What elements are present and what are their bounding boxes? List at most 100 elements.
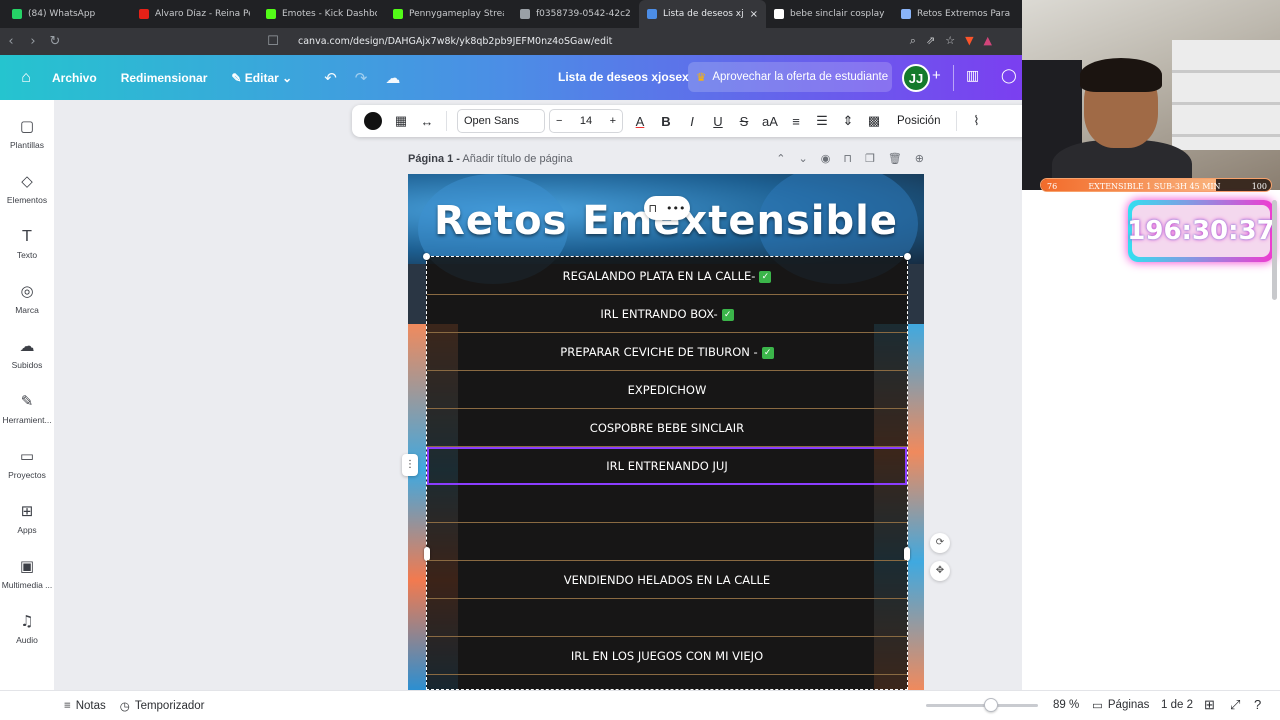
font-size-value[interactable]: 14 (580, 115, 592, 127)
strikethrough-icon[interactable]: S (731, 114, 757, 129)
list-item[interactable] (427, 485, 907, 523)
star-icon[interactable]: ☆ (945, 34, 955, 48)
comment-icon[interactable]: ◯ (1001, 67, 1017, 84)
sidebar-item-plantillas[interactable]: ▢ Plantillas (0, 116, 54, 150)
minus-icon[interactable]: − (556, 115, 562, 127)
browser-tab[interactable]: Emotes - Kick Dashboard (258, 0, 385, 28)
redimensionar-button[interactable]: Redimensionar (121, 71, 208, 85)
browser-tab[interactable]: Retos Extremos Para Strea (893, 0, 1020, 28)
list-item[interactable]: IRL ENTRANDO BOX- ✓ (427, 295, 907, 333)
editar-menu[interactable]: ✎ Editar ⌄ (231, 71, 292, 85)
challenge-list[interactable]: REGALANDO PLATA EN LA CALLE- ✓ IRL ENTRAND… (423, 253, 911, 690)
list-item[interactable]: IRL EN LOS JUEGOS CON MI VIEJO (427, 637, 907, 675)
list-item[interactable]: COSPOBRE BEBE SINCLAIR (427, 409, 907, 447)
url-text[interactable]: canva.com/design/DAHGAjx7w8k/yk8qb2pb9JE… (298, 36, 612, 47)
duplicate-icon[interactable]: ❐ (865, 152, 875, 165)
sidebar-item-subidos[interactable]: ☁ Subidos (0, 336, 54, 370)
more-icon[interactable]: ••• (666, 202, 685, 215)
sidebar-item-apps[interactable]: ⊞ Apps (0, 501, 54, 535)
row-drag-handle[interactable]: ⋮ (402, 454, 418, 476)
bookmark-icon[interactable]: ☐ (262, 34, 284, 49)
plus-icon[interactable]: + (932, 67, 941, 84)
forward-icon[interactable]: › (22, 34, 44, 49)
avatar[interactable]: JJ (902, 64, 930, 92)
line-height-icon[interactable]: ⇕ (835, 113, 861, 129)
cloud-saved-icon[interactable]: ☁ (385, 69, 400, 87)
position-button[interactable]: Posición (887, 115, 950, 127)
page-scrollbar[interactable] (1272, 200, 1277, 300)
notes-button[interactable]: ≡ Notas (64, 700, 106, 712)
pages-button[interactable]: ▭ Páginas (1092, 698, 1149, 712)
timer-button[interactable]: ◷ Temporizador (120, 699, 205, 713)
font-select[interactable]: Open Sans (457, 109, 545, 133)
browser-tab[interactable]: Lista de deseos xjosex × (639, 0, 766, 28)
case-icon[interactable]: aA (757, 114, 783, 129)
move-icon[interactable]: ✥ (930, 561, 950, 581)
align-icon[interactable]: ≡ (783, 114, 809, 129)
transparency-icon[interactable]: ▩ (861, 113, 887, 129)
undo-icon[interactable]: ↶ (324, 69, 337, 87)
sidebar-item-proyectos[interactable]: ▭ Proyectos (0, 446, 54, 480)
trash-icon[interactable]: 🗑 (888, 152, 902, 165)
chevron-up-icon[interactable]: ⌃ (776, 152, 785, 165)
sidebar-item-multimedia[interactable]: ▣ Multimedia ... (0, 556, 54, 590)
lock-icon[interactable]: ⊓ (648, 202, 657, 215)
browser-tab[interactable]: Álvaro Díaz - Reina Pepiad (131, 0, 258, 28)
list-item[interactable]: REGALANDO PLATA EN LA CALLE- ✓ (427, 257, 907, 295)
list-item[interactable]: VENDIENDO HELADOS EN LA CALLE (427, 561, 907, 599)
plus-icon[interactable]: + (610, 115, 616, 127)
grid-view-icon[interactable]: ⊞ (1204, 697, 1215, 713)
text-color-swatch[interactable] (364, 112, 382, 130)
zoom-icon[interactable]: ⌕ (910, 34, 916, 48)
redo-icon[interactable]: ↷ (355, 69, 368, 87)
browser-tab[interactable]: (84) WhatsApp (4, 0, 131, 28)
document-title[interactable]: Lista de deseos xjosex (558, 70, 689, 84)
spacing-icon[interactable]: ↔ (414, 114, 440, 129)
list-icon[interactable]: ☰ (809, 113, 835, 129)
list-item[interactable]: ... (427, 675, 907, 690)
rewards-icon[interactable]: ▲ (984, 34, 992, 48)
close-icon[interactable]: × (750, 9, 758, 20)
text-color-icon[interactable]: A (627, 114, 653, 129)
add-page-icon[interactable]: ⊕ (915, 152, 924, 165)
list-item[interactable]: PREPARAR CEVICHE DE TIBURON - ✓ (427, 333, 907, 371)
sidebar-item-elementos[interactable]: ◇ Elementos (0, 171, 54, 205)
home-icon[interactable]: ⌂ (0, 69, 52, 87)
sidebar-item-texto[interactable]: T Texto (0, 226, 54, 260)
zoom-slider[interactable] (926, 704, 1038, 707)
list-item[interactable]: IRL ENTRENANDO JUJ (427, 447, 907, 485)
archivo-menu[interactable]: Archivo (52, 71, 97, 85)
rotate-icon[interactable]: ⟳ (930, 533, 950, 553)
italic-icon[interactable]: I (679, 114, 705, 129)
fullscreen-icon[interactable]: ⤢ (1230, 697, 1240, 713)
underline-icon[interactable]: U (705, 114, 731, 129)
browser-tab[interactable]: bebe sinclair cosplay - Bus (766, 0, 893, 28)
share-icon[interactable]: ⇗ (926, 34, 935, 48)
lock-icon[interactable]: ⊓ (843, 152, 852, 165)
font-size-stepper[interactable]: − 14 + (549, 109, 623, 133)
insights-icon[interactable]: ▥ (966, 67, 979, 84)
student-offer-button[interactable]: ♛ Aprovechar la oferta de estudiante (688, 62, 892, 92)
sidebar-item-marca[interactable]: ◎ Marca (0, 281, 54, 315)
page-title-input[interactable]: Añadir título de página (462, 153, 572, 165)
sidebar-item-audio[interactable]: ♫ Audio (0, 611, 54, 645)
brave-icon[interactable]: ▼ (965, 34, 973, 48)
hide-icon[interactable]: ◉ (821, 152, 831, 165)
browser-tab[interactable]: f0358739-0542-42c2-b7d (512, 0, 639, 28)
sidebar-item-herramient[interactable]: ✎ Herramient... (0, 391, 54, 425)
zoom-value[interactable]: 89 % (1053, 699, 1079, 711)
list-item[interactable]: EXPEDICHOW (427, 371, 907, 409)
paint-roller-icon[interactable]: ⌇ (963, 113, 989, 129)
help-icon[interactable]: ? (1254, 697, 1261, 712)
reload-icon[interactable]: ↻ (44, 34, 66, 49)
browser-tab[interactable]: Pennygameplay Stream - V (385, 0, 512, 28)
zoom-slider-knob[interactable] (984, 698, 998, 712)
design-page[interactable]: Retos Emextensible ⊓ ••• REGALANDO PLATA… (408, 174, 924, 690)
table-icon[interactable]: ▦ (388, 113, 414, 129)
back-icon[interactable]: ‹ (0, 34, 22, 49)
list-item[interactable] (427, 523, 907, 561)
list-item[interactable] (427, 599, 907, 637)
chevron-down-icon[interactable]: ⌄ (799, 152, 808, 165)
bold-icon[interactable]: B (653, 114, 679, 129)
element-actions-pill[interactable]: ⊓ ••• (644, 196, 690, 220)
